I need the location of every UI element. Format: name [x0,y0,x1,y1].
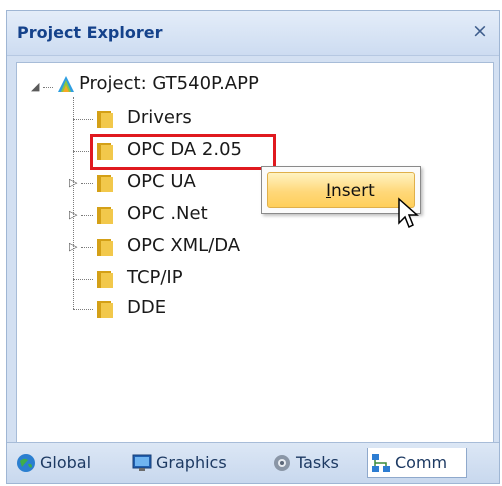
expand-icon[interactable]: ▷ [69,209,77,221]
tree-connector [43,87,53,88]
folder-icon [97,143,113,160]
tab-graphics[interactable]: Graphics [129,448,259,478]
tree-item-drivers[interactable]: Drivers [95,105,295,131]
tab-label: Graphics [156,453,227,472]
project-icon [58,76,74,92]
tree-connector [73,279,93,280]
bottom-tab-bar: Global Graphics Tasks Comm [7,442,499,483]
menu-item-rest: nsert [331,181,375,201]
tab-global[interactable]: Global [13,448,121,478]
mouse-pointer-icon [398,197,419,229]
collapse-icon[interactable]: ◢ [31,81,39,93]
tree-item-label: OPC XML/DA [127,235,241,256]
tree-connector [73,309,93,310]
menu-item-label: Insert [326,181,375,201]
folder-icon [97,239,113,256]
folder-icon [97,175,113,192]
tree-item-label: TCP/IP [127,267,183,288]
tree-root-label: Project: GT540P.APP [79,73,259,94]
tree-item-label: OPC UA [127,171,196,192]
tab-label: Tasks [296,453,339,472]
tree-item-opc-xml-da[interactable]: OPC XML/DA [95,233,315,259]
folder-icon [97,207,113,224]
panel-title: Project Explorer [17,23,163,42]
panel-title-bar: Project Explorer × [7,11,499,56]
tree-connector [81,215,93,216]
tree-connector [73,119,93,120]
tree-item-label: OPC .Net [127,203,208,224]
tree-root-project[interactable]: Project: GT540P.APP [55,71,295,97]
project-explorer-panel: Project Explorer × ◢ Project: GT540P.APP… [6,10,500,484]
tree-connector [81,183,93,184]
expand-icon[interactable]: ▷ [69,241,77,253]
tab-tasks[interactable]: Tasks [269,448,361,478]
network-icon [372,454,390,472]
monitor-icon [132,454,152,471]
folder-icon [97,271,113,288]
tree-connector [73,97,74,309]
expand-icon[interactable]: ▷ [69,177,77,189]
project-tree[interactable]: ◢ Project: GT540P.APP Drivers OPC DA 2.0… [16,62,494,446]
tab-comm[interactable]: Comm [367,448,467,478]
folder-icon [97,301,113,318]
tree-item-dde[interactable]: DDE [95,295,295,321]
folder-icon [97,111,113,128]
tree-item-tcp-ip[interactable]: TCP/IP [95,265,295,291]
close-button[interactable]: × [469,20,491,42]
menu-item-insert[interactable]: Insert [267,172,415,208]
tree-connector [81,247,93,248]
tab-label: Comm [395,453,448,472]
tree-item-opc-da[interactable]: OPC DA 2.05 [95,137,275,163]
tab-label: Global [40,453,92,472]
tree-item-label: DDE [127,297,167,318]
tree-item-label: Drivers [127,107,192,128]
gear-icon [274,455,290,471]
globe-icon [17,454,35,472]
tree-item-label: OPC DA 2.05 [127,139,242,160]
